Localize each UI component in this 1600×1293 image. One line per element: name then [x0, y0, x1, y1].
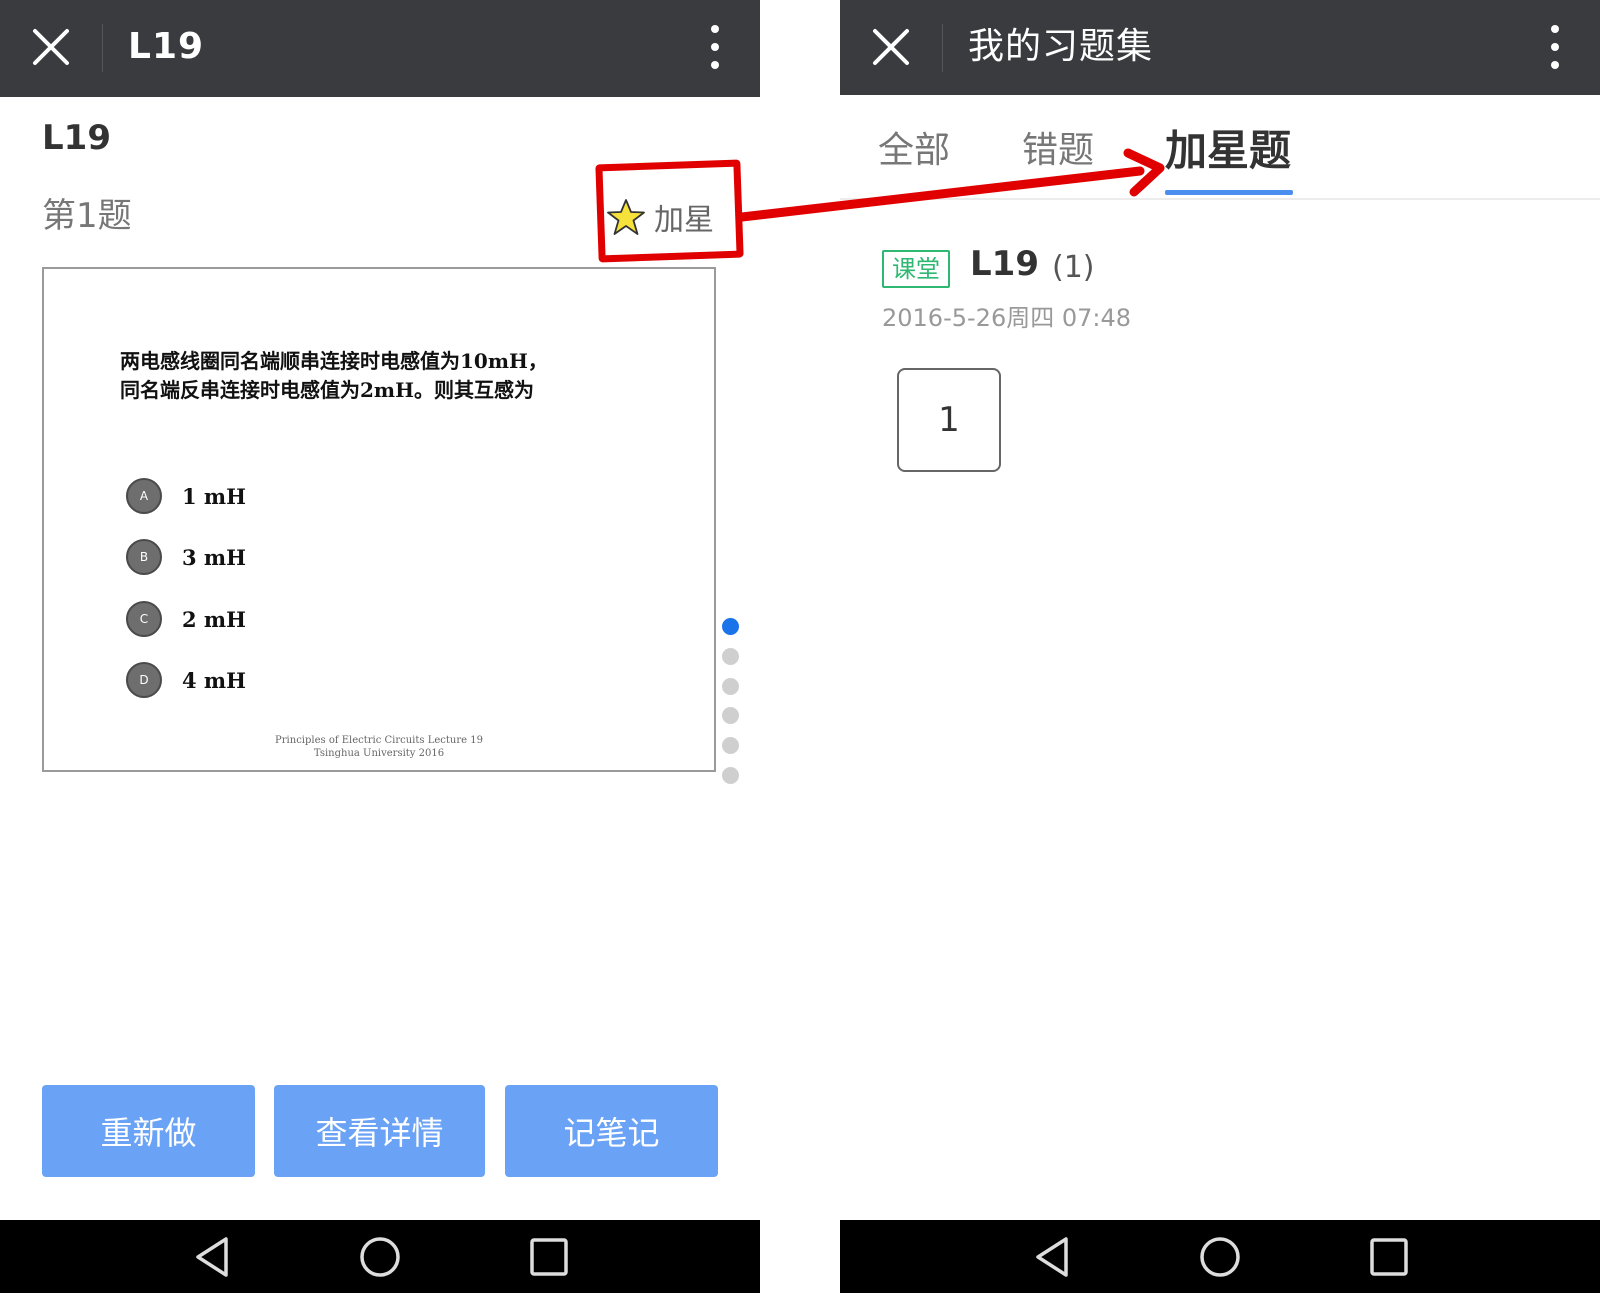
- take-notes-button[interactable]: 记笔记: [505, 1085, 718, 1177]
- home-circle-icon[interactable]: [357, 1234, 403, 1280]
- titlebar-divider: [102, 24, 103, 72]
- page-title: 我的习题集: [968, 26, 1154, 67]
- more-vertical-icon[interactable]: [1550, 24, 1560, 70]
- star-highlight-box: [595, 159, 744, 263]
- option-letter: A: [126, 478, 162, 514]
- course-type-badge: 课堂: [882, 250, 950, 288]
- question-number: 第1题: [42, 196, 132, 236]
- option-text: 4 mH: [182, 667, 246, 693]
- option-d[interactable]: D 4 mH: [126, 660, 246, 700]
- pager-dot[interactable]: [722, 767, 739, 784]
- pager-dot[interactable]: [722, 678, 739, 695]
- back-triangle-icon[interactable]: [190, 1234, 236, 1280]
- home-circle-icon[interactable]: [1197, 1234, 1243, 1280]
- recents-square-icon[interactable]: [1366, 1234, 1412, 1280]
- option-letter: C: [126, 601, 162, 637]
- pager-dot[interactable]: [722, 648, 739, 665]
- question-slide: 两电感线圈同名端顺串连接时电感值为10mH， 同名端反串连接时电感值为2mH。则…: [42, 267, 716, 772]
- question-count: (1): [1052, 250, 1095, 285]
- recents-square-icon[interactable]: [526, 1234, 572, 1280]
- system-navbar: [0, 1220, 760, 1293]
- close-icon[interactable]: [870, 26, 912, 68]
- more-vertical-icon[interactable]: [710, 24, 720, 70]
- question-tile[interactable]: 1: [897, 368, 1001, 472]
- slide-question: 两电感线圈同名端顺串连接时电感值为10mH， 同名端反串连接时电感值为2mH。则…: [120, 347, 640, 405]
- option-text: 2 mH: [182, 606, 246, 632]
- slide-question-line: 同名端反串连接时电感值为2mH。则其互感为: [120, 378, 534, 402]
- page-title: L19: [128, 26, 205, 67]
- pager-dot[interactable]: [722, 707, 739, 724]
- option-letter: B: [126, 539, 162, 575]
- option-a[interactable]: A 1 mH: [126, 476, 246, 516]
- view-details-button[interactable]: 查看详情: [274, 1085, 485, 1177]
- option-letter: D: [126, 662, 162, 698]
- lecture-heading: L19: [42, 118, 111, 158]
- tab-wrong[interactable]: 错题: [1022, 121, 1094, 173]
- tab-all[interactable]: 全部: [878, 121, 950, 173]
- left-screen: L19 L19 第1题 加星 两电感线圈同名端顺串连接时电感值为10mH， 同名…: [0, 0, 760, 1293]
- pager-dot[interactable]: [722, 618, 739, 635]
- pager-dot[interactable]: [722, 737, 739, 754]
- active-tab-underline: [1165, 190, 1293, 195]
- slide-question-line: 两电感线圈同名端顺串连接时电感值为10mH，: [120, 349, 548, 373]
- tab-starred[interactable]: 加星题: [1165, 117, 1291, 178]
- option-text: 1 mH: [182, 483, 246, 509]
- slide-footer-line: Tsinghua University 2016: [313, 748, 445, 759]
- tab-bar: 全部 错题 加星题: [840, 97, 1600, 200]
- option-b[interactable]: B 3 mH: [126, 537, 246, 577]
- course-title[interactable]: L19: [970, 244, 1039, 284]
- option-text: 3 mH: [182, 544, 246, 570]
- course-date: 2016-5-26周四 07:48: [882, 304, 1131, 332]
- slide-footer: Principles of Electric Circuits Lecture …: [44, 734, 714, 760]
- titlebar-divider: [942, 24, 943, 72]
- close-icon[interactable]: [30, 26, 72, 68]
- redo-button[interactable]: 重新做: [42, 1085, 255, 1177]
- slide-footer-line: Principles of Electric Circuits Lecture …: [275, 735, 483, 746]
- titlebar: L19: [0, 0, 760, 97]
- system-navbar: [840, 1220, 1600, 1293]
- option-c[interactable]: C 2 mH: [126, 599, 246, 639]
- titlebar: 我的习题集: [840, 0, 1600, 95]
- back-triangle-icon[interactable]: [1030, 1234, 1076, 1280]
- right-screen: 我的习题集 全部 错题 加星题 课堂 L19 (1) 2016-5-26周四 0…: [840, 0, 1600, 1293]
